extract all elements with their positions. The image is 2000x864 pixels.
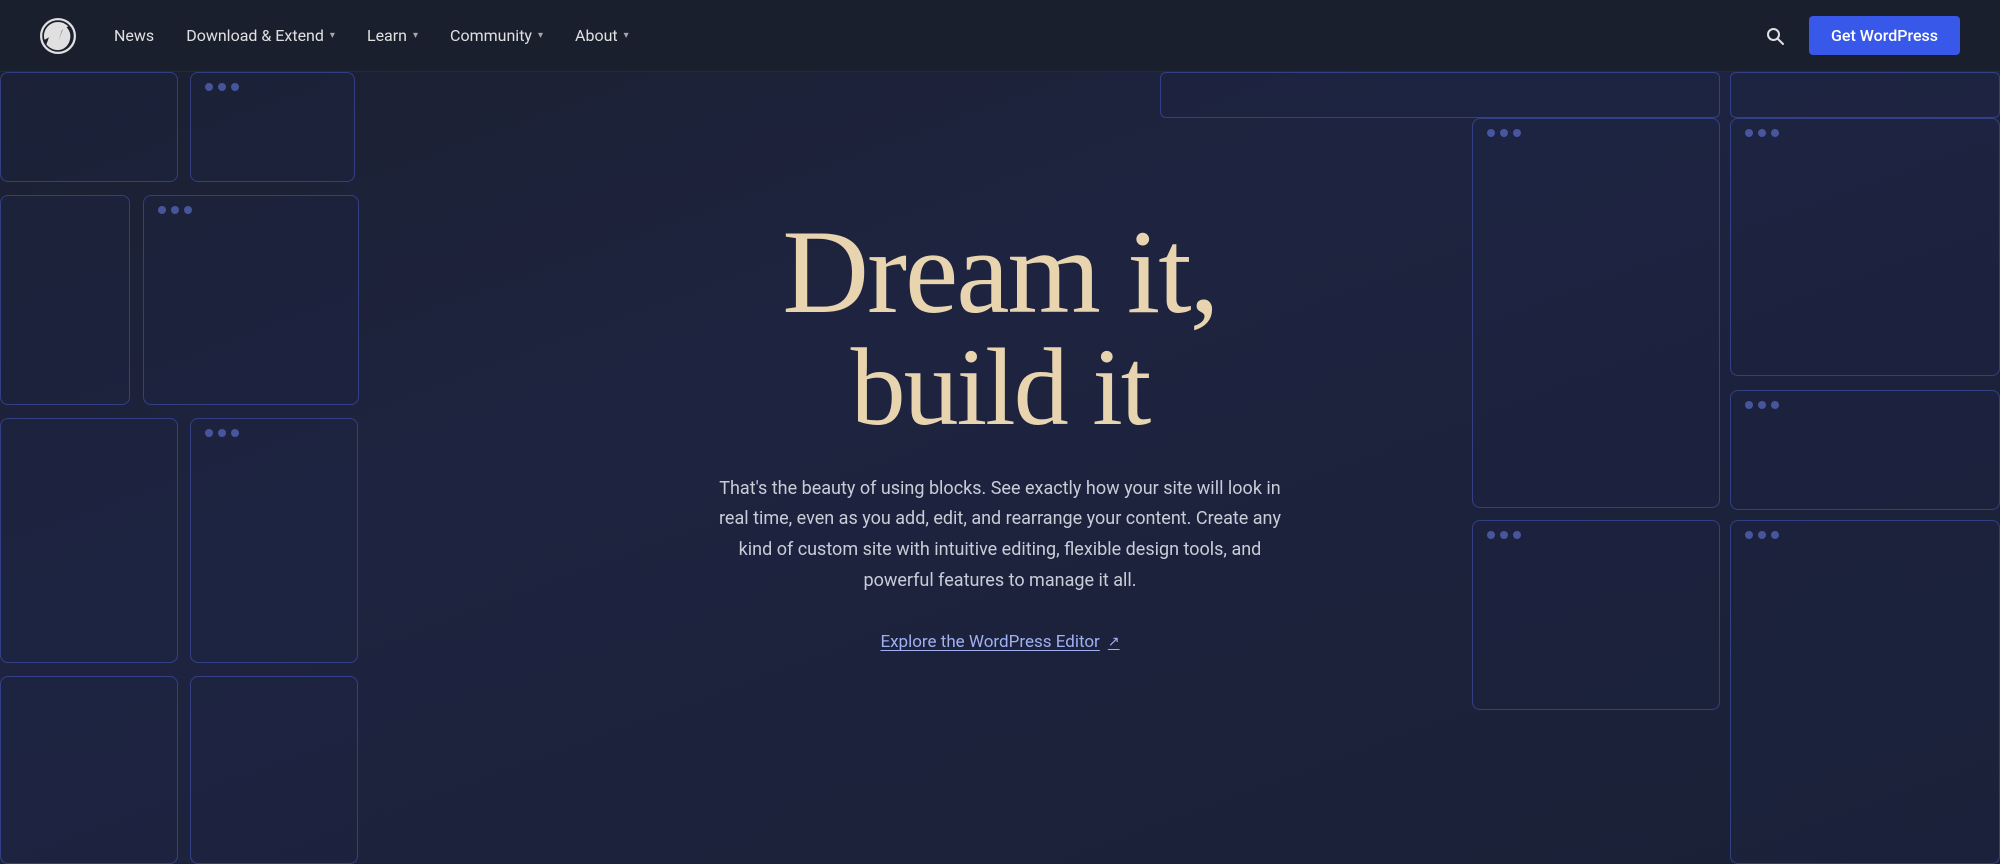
hero-title: Dream it, build it xyxy=(710,212,1290,442)
search-button[interactable] xyxy=(1757,18,1793,54)
block-decoration xyxy=(190,72,355,182)
nav-items: News Download & Extend ▾ Learn ▾ Communi… xyxy=(100,18,643,53)
chevron-down-icon: ▾ xyxy=(413,30,418,41)
nav-item-about[interactable]: About ▾ xyxy=(561,18,643,53)
chevron-down-icon: ▾ xyxy=(330,30,335,41)
nav-item-download-extend[interactable]: Download & Extend ▾ xyxy=(172,18,349,53)
external-link-icon: ↗ xyxy=(1108,634,1120,650)
block-decoration xyxy=(1730,390,2000,510)
block-decoration xyxy=(143,195,359,405)
explore-link-text: Explore the WordPress Editor xyxy=(880,632,1099,652)
nav-item-learn[interactable]: Learn ▾ xyxy=(353,18,432,53)
block-decoration xyxy=(1730,118,2000,376)
block-decoration xyxy=(1472,520,1720,710)
chevron-down-icon: ▾ xyxy=(538,30,543,41)
main-nav: News Download & Extend ▾ Learn ▾ Communi… xyxy=(0,0,2000,72)
block-decoration xyxy=(1730,520,2000,864)
nav-right: Get WordPress xyxy=(1757,16,1960,55)
hero-title-line2: build it xyxy=(710,332,1290,442)
block-decoration xyxy=(0,195,130,405)
block-decoration xyxy=(190,676,358,864)
explore-editor-link[interactable]: Explore the WordPress Editor ↗ xyxy=(880,632,1119,652)
hero-section: Dream it, build it That's the beauty of … xyxy=(0,0,2000,864)
block-decoration xyxy=(0,418,178,663)
block-decoration xyxy=(1472,118,1720,508)
nav-left: News Download & Extend ▾ Learn ▾ Communi… xyxy=(40,18,643,54)
wordpress-logo-icon[interactable] xyxy=(40,18,76,54)
nav-item-community[interactable]: Community ▾ xyxy=(436,18,557,53)
block-decoration xyxy=(190,418,358,663)
hero-title-line1: Dream it, xyxy=(710,212,1290,332)
block-decoration xyxy=(1730,72,2000,118)
block-decoration xyxy=(0,676,178,864)
get-wordpress-button[interactable]: Get WordPress xyxy=(1809,16,1960,55)
chevron-down-icon: ▾ xyxy=(624,30,629,41)
nav-item-news[interactable]: News xyxy=(100,18,168,53)
hero-description: That's the beauty of using blocks. See e… xyxy=(710,474,1290,596)
search-icon xyxy=(1765,26,1785,46)
hero-content: Dream it, build it That's the beauty of … xyxy=(690,212,1310,652)
block-decoration xyxy=(0,72,178,182)
block-decoration xyxy=(1160,72,1720,118)
